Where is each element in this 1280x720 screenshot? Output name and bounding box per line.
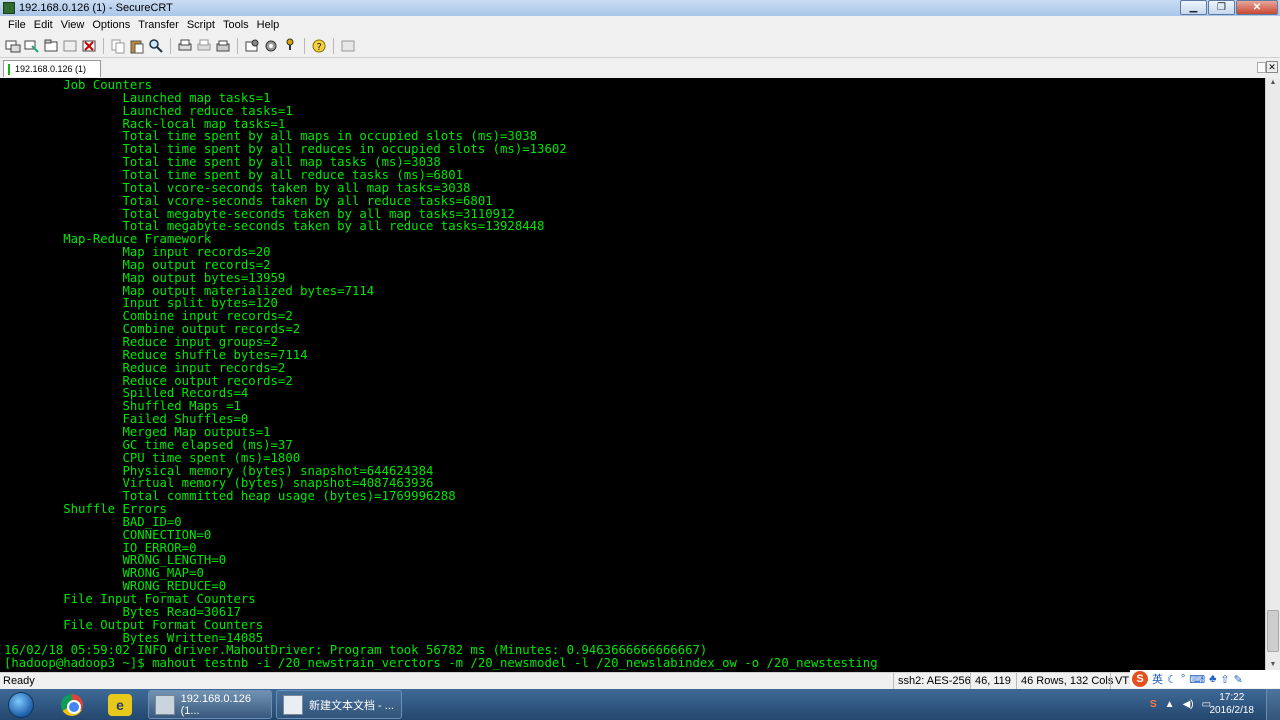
ime-upload-icon[interactable]: ⇧ [1220, 673, 1229, 686]
paste-icon[interactable] [129, 38, 145, 54]
terminal-line: Total time spent by all reduce tasks (ms… [4, 167, 464, 182]
help-icon[interactable]: ? [311, 38, 327, 54]
clock-time: 17:22 [1219, 692, 1245, 703]
task-label: 新建文本文档 - ... [309, 699, 394, 712]
toolbar-separator [237, 37, 238, 54]
chrome-pinned-icon[interactable] [52, 691, 92, 719]
securecrt-task-icon [155, 694, 175, 715]
ime-tools-icon[interactable]: ✎ [1234, 673, 1243, 686]
terminal-line: CONNECTION=0 [4, 527, 212, 542]
terminal-line: Reduce input records=2 [4, 360, 286, 375]
tab-close-button[interactable]: ✕ [1266, 61, 1278, 73]
ime-skin-icon[interactable]: ♣ [1209, 673, 1216, 685]
volume-icon[interactable]: ◀) [1183, 699, 1194, 710]
window-title: 192.168.0.126 (1) - SecureCRT [19, 2, 173, 14]
terminal-scrollbar[interactable]: ▲ ▼ [1265, 78, 1280, 672]
ime-punctuation-icon[interactable]: ° [1181, 673, 1185, 685]
system-tray: S ▲ ◀) ▭ [1150, 689, 1211, 720]
status-terminal-size: 46 Rows, 132 Cols [1016, 673, 1117, 689]
svg-text:?: ? [317, 42, 322, 53]
ime-toolbar: S 英 ☾ ° ⌨ ♣ ⇧ ✎ [1130, 670, 1280, 688]
terminal-output[interactable]: Job Counters Launched map tasks=1 Launch… [0, 78, 1265, 672]
ime-language-toggle[interactable]: 英 [1152, 671, 1163, 687]
terminal-line: CPU time spent (ms)=1800 [4, 450, 301, 465]
menu-help[interactable]: Help [253, 19, 284, 31]
terminal-line: Launched reduce tasks=1 [4, 103, 293, 118]
tray-expand-icon[interactable]: ▲ [1165, 699, 1175, 710]
menu-options[interactable]: Options [88, 19, 134, 31]
toolbar: ? [0, 34, 1280, 58]
toolbar-separator [333, 37, 334, 54]
start-button[interactable] [4, 690, 38, 720]
disconnect-icon[interactable] [81, 38, 97, 54]
keymap-icon[interactable] [282, 38, 298, 54]
terminal-line: Total vcore-seconds taken by all map tas… [4, 180, 471, 195]
copy-icon[interactable] [110, 38, 126, 54]
menu-edit[interactable]: Edit [30, 19, 57, 31]
title-bar: 192.168.0.126 (1) - SecureCRT ▁ ❐ ✕ [0, 0, 1280, 16]
status-cipher: ssh2: AES-256 [893, 673, 975, 689]
terminal-line: GC time elapsed (ms)=37 [4, 437, 293, 452]
session-tab-strip: 192.168.0.126 (1) ✕ [0, 58, 1280, 78]
terminal-line: Reduce shuffle bytes=7114 [4, 347, 308, 362]
toolbar-separator [304, 37, 305, 54]
terminal-line: Launched map tasks=1 [4, 90, 271, 105]
securecrt-app-icon[interactable] [3, 2, 15, 14]
close-button[interactable]: ✕ [1236, 0, 1278, 15]
terminal-line: [hadoop@hadoop3 ~]$ mahout testnb -i /20… [4, 656, 878, 671]
quick-connect-icon[interactable] [24, 38, 40, 54]
sogou-ime-icon[interactable]: S [1132, 671, 1148, 687]
print-icon[interactable] [177, 38, 193, 54]
screen-icon[interactable] [340, 38, 356, 54]
menu-transfer[interactable]: Transfer [134, 19, 183, 31]
print-selection-icon[interactable] [196, 38, 212, 54]
status-cursor-position: 46, 119 [970, 673, 1015, 689]
task-label: 192.168.0.126 (1... [180, 692, 251, 717]
windows-logo-icon [8, 692, 34, 718]
tab-label: 192.168.0.126 (1) [15, 64, 87, 74]
terminal-line: Bytes Read=30617 [4, 604, 241, 619]
clock[interactable]: 17:22 2016/2/18 [1210, 691, 1255, 717]
terminal-line: Total vcore-seconds taken by all reduce … [4, 193, 493, 208]
menu-tools[interactable]: Tools [219, 19, 253, 31]
task-securecrt[interactable]: 192.168.0.126 (1... [148, 690, 272, 719]
menu-file[interactable]: File [4, 19, 30, 31]
terminal-line: Map output records=2 [4, 257, 271, 272]
minimize-button[interactable]: ▁ [1180, 0, 1207, 15]
ime-moon-icon[interactable]: ☾ [1167, 673, 1177, 686]
ie-pinned-icon[interactable]: e [100, 691, 140, 719]
terminal-line: BAD_ID=0 [4, 514, 182, 529]
task-notepad[interactable]: 新建文本文档 - ... [276, 690, 402, 719]
scroll-up-arrow-icon[interactable]: ▲ [1268, 79, 1278, 89]
connected-indicator [8, 63, 10, 75]
ime-keyboard-icon[interactable]: ⌨ [1189, 673, 1205, 686]
scrollbar-thumb[interactable] [1267, 610, 1279, 652]
connect-icon[interactable] [5, 38, 21, 54]
toolbar-separator [170, 37, 171, 54]
menu-script[interactable]: Script [183, 19, 219, 31]
windows-taskbar: e 192.168.0.126 (1... 新建文本文档 - ... S ▲ ◀… [0, 689, 1280, 720]
restore-button[interactable]: ❐ [1208, 0, 1235, 15]
tab-scroll-button[interactable] [1257, 62, 1266, 73]
terminal-line: Merged Map outputs=1 [4, 424, 271, 439]
menu-bar: File Edit View Options Transfer Script T… [0, 16, 1280, 34]
menu-view[interactable]: View [57, 19, 89, 31]
terminal-line: Map output bytes=13959 [4, 270, 286, 285]
tab-session[interactable]: 192.168.0.126 (1) [3, 60, 101, 77]
print-setup-icon[interactable] [215, 38, 231, 54]
clock-date: 2016/2/18 [1209, 705, 1255, 716]
terminal-line: File Output Format Counters [4, 617, 264, 632]
status-bar: Ready ssh2: AES-256 46, 119 46 Rows, 132… [0, 672, 1280, 689]
global-options-icon[interactable] [263, 38, 279, 54]
window-controls: ▁ ❐ ✕ [1180, 0, 1278, 15]
show-desktop-button[interactable] [1266, 689, 1280, 720]
connect-in-tab-icon[interactable] [43, 38, 59, 54]
tray-sogou-icon[interactable]: S [1150, 699, 1157, 710]
toolbar-separator [103, 37, 104, 54]
notepad-task-icon [283, 694, 303, 715]
reconnect-icon[interactable] [62, 38, 78, 54]
find-icon[interactable] [148, 38, 164, 54]
session-options-icon[interactable] [244, 38, 260, 54]
status-text: Ready [3, 675, 35, 687]
